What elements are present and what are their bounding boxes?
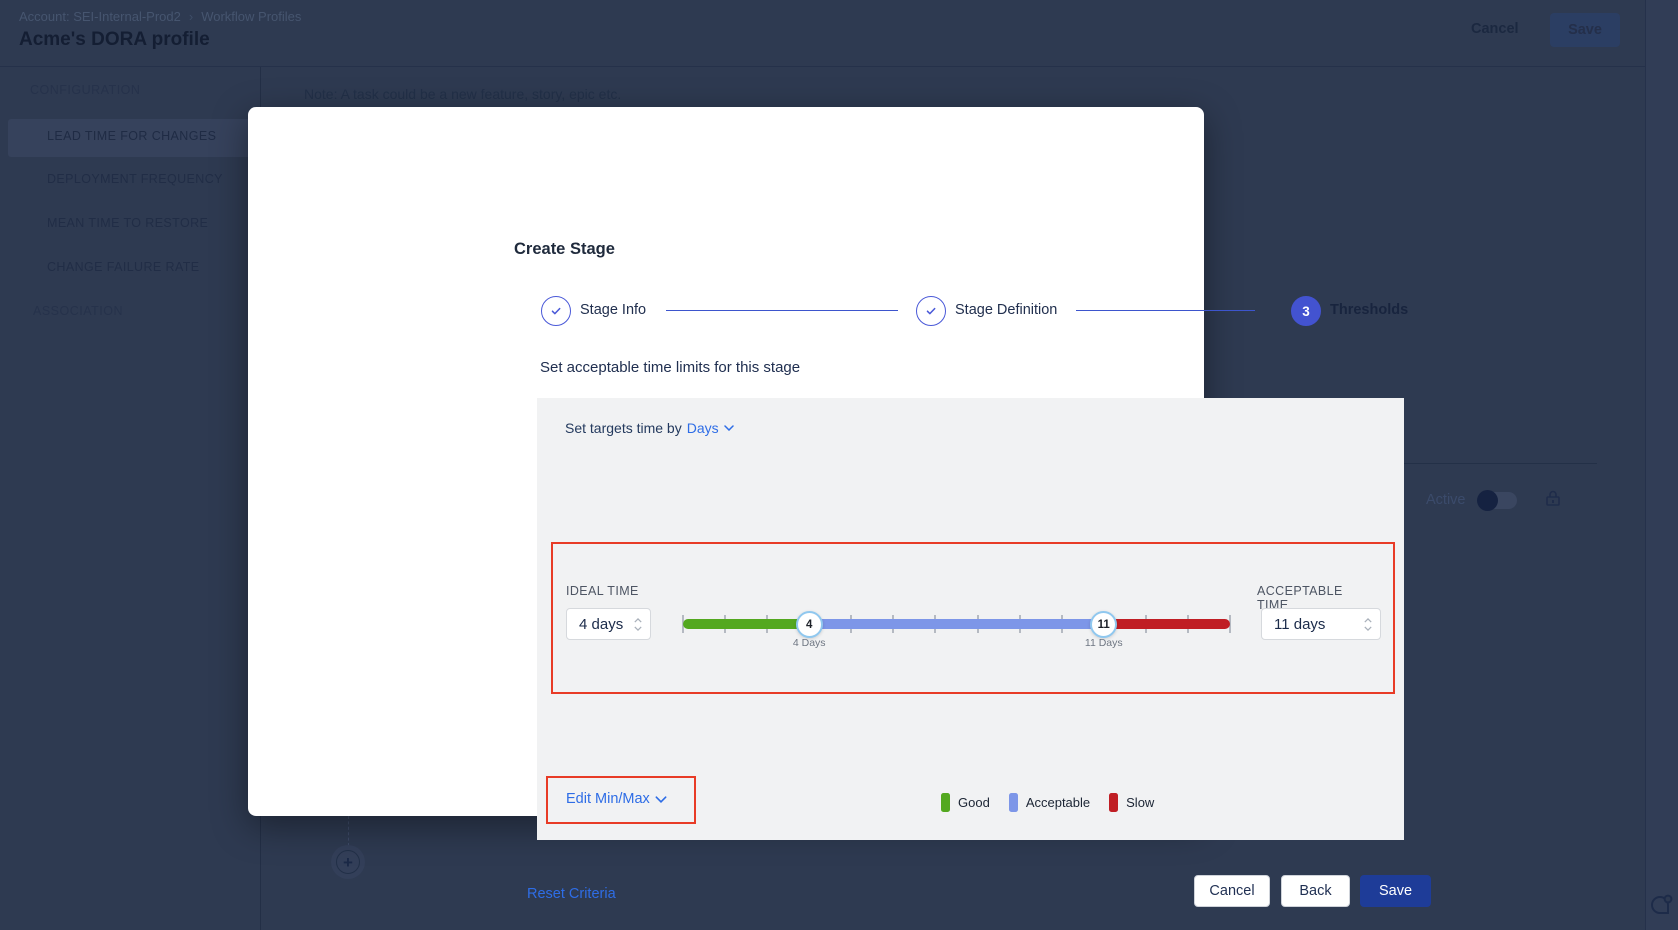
- step3-number-circle: 3: [1291, 296, 1321, 326]
- good-swatch: [941, 793, 950, 812]
- edit-minmax-button[interactable]: Edit Min/Max: [566, 791, 667, 807]
- threshold-legend: Good Acceptable Slow: [941, 793, 1154, 812]
- sidebar-group-association: ASSOCIATION: [33, 304, 123, 318]
- legend-item-good: Good: [941, 793, 990, 812]
- step-connector-1: [666, 310, 898, 311]
- note-text: Note: A task could be a new feature, sto…: [304, 86, 621, 102]
- spinner-up-icon[interactable]: [1364, 618, 1372, 623]
- modal-cancel-button[interactable]: Cancel: [1194, 875, 1270, 907]
- modal-title: Create Stage: [514, 240, 615, 259]
- breadcrumb-account: Account: SEI-Internal-Prod2: [19, 9, 181, 24]
- lock-icon: [1544, 489, 1562, 507]
- breadcrumb: Account: SEI-Internal-Prod2 › Workflow P…: [19, 9, 301, 24]
- unit-dropdown-value[interactable]: Days: [687, 420, 719, 436]
- modal-save-button[interactable]: Save: [1360, 875, 1431, 907]
- acceptable-segment: [809, 619, 1104, 629]
- add-stage-button: +: [336, 850, 360, 874]
- create-stage-modal: Create Stage Stage Info Stage Definition…: [248, 107, 1204, 816]
- breadcrumb-workflow-profiles: Workflow Profiles: [201, 9, 301, 24]
- spinner-down-icon[interactable]: [1364, 626, 1372, 631]
- slow-swatch: [1109, 793, 1118, 812]
- header-divider: [0, 66, 1678, 67]
- chevron-down-icon: [724, 425, 734, 431]
- ideal-time-label: IDEAL TIME: [566, 584, 639, 598]
- acceptable-time-value[interactable]: 11 days: [1274, 616, 1325, 633]
- add-stage-connector: [348, 816, 349, 846]
- acceptable-handle-caption: 11 Days: [1074, 637, 1134, 649]
- header-save-button: Save: [1550, 13, 1620, 47]
- step2-label[interactable]: Stage Definition: [955, 302, 1057, 318]
- sidebar-group-configuration: CONFIGURATION: [30, 83, 140, 97]
- sidebar-item-mean-time-to-restore: MEAN TIME TO RESTORE: [47, 216, 208, 230]
- chevron-down-icon: [655, 796, 667, 803]
- ideal-time-input[interactable]: 4 days: [566, 608, 651, 640]
- ideal-time-value[interactable]: 4 days: [579, 616, 623, 633]
- acceptable-label: Acceptable: [1026, 795, 1090, 810]
- unit-dropdown[interactable]: Days: [687, 420, 734, 436]
- modal-subtitle: Set acceptable time limits for this stag…: [540, 359, 800, 376]
- ideal-slider-handle[interactable]: 4: [796, 611, 823, 638]
- step1-check-circle: [541, 296, 571, 326]
- slow-label: Slow: [1126, 795, 1154, 810]
- step3-label: Thresholds: [1330, 302, 1408, 318]
- plus-icon: +: [343, 854, 353, 871]
- set-targets-label: Set targets time by: [565, 420, 682, 436]
- step3-number: 3: [1302, 304, 1310, 319]
- good-label: Good: [958, 795, 990, 810]
- ideal-handle-caption: 4 Days: [779, 637, 839, 649]
- spinner-up-icon[interactable]: [634, 618, 642, 623]
- chat-help-icon: [1648, 892, 1674, 918]
- step1-label[interactable]: Stage Info: [580, 302, 646, 318]
- threshold-slider-track[interactable]: [683, 615, 1230, 633]
- page-title: Acme's DORA profile: [19, 29, 210, 51]
- reset-criteria-link[interactable]: Reset Criteria: [527, 886, 616, 902]
- sidebar-item-change-failure-rate: CHANGE FAILURE RATE: [47, 260, 200, 274]
- toggle-knob: [1477, 490, 1498, 511]
- good-segment: [683, 619, 809, 629]
- sidebar-item-deployment-frequency: DEPLOYMENT FREQUENCY: [47, 172, 223, 186]
- slow-segment: [1104, 619, 1230, 629]
- edit-minmax-label[interactable]: Edit Min/Max: [566, 791, 650, 807]
- check-icon: [924, 304, 938, 318]
- spinner-down-icon[interactable]: [634, 626, 642, 631]
- acceptable-time-stepper[interactable]: [1364, 618, 1372, 631]
- active-toggle: [1479, 492, 1517, 509]
- legend-item-acceptable: Acceptable: [1009, 793, 1090, 812]
- acceptable-swatch: [1009, 793, 1018, 812]
- right-panel-edge: [1645, 0, 1678, 930]
- breadcrumb-chevron-icon: ›: [189, 9, 193, 24]
- acceptable-time-input[interactable]: 11 days: [1261, 608, 1381, 640]
- step-connector-2: [1076, 310, 1255, 311]
- modal-back-button[interactable]: Back: [1281, 875, 1350, 907]
- header-cancel-button: Cancel: [1471, 21, 1519, 37]
- sidebar-item-lead-time-for-changes: LEAD TIME FOR CHANGES: [47, 129, 216, 143]
- active-label: Active: [1426, 492, 1466, 508]
- step2-check-circle: [916, 296, 946, 326]
- set-targets-row: Set targets time by Days: [565, 420, 734, 436]
- check-icon: [549, 304, 563, 318]
- legend-item-slow: Slow: [1109, 793, 1154, 812]
- ideal-time-stepper[interactable]: [634, 618, 642, 631]
